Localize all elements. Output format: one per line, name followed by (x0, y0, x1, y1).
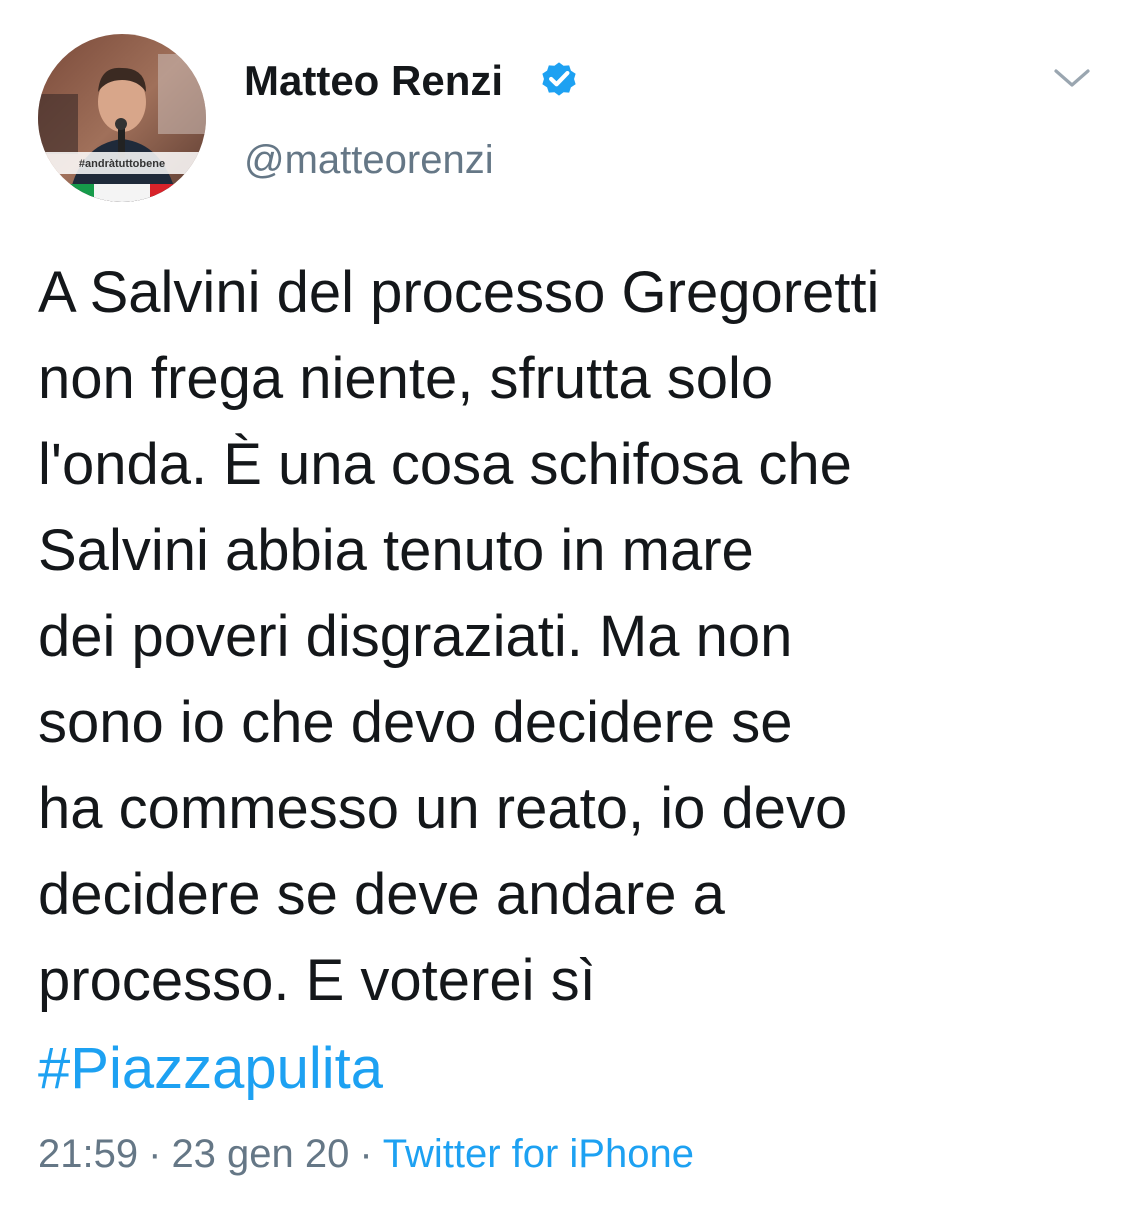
display-name[interactable]: Matteo Renzi (244, 56, 503, 106)
chevron-down-icon[interactable] (1050, 62, 1094, 94)
verified-badge-icon (542, 62, 576, 96)
avatar[interactable]: #andràtuttobene (38, 34, 206, 202)
hashtag-link[interactable]: #Piazzapulita (38, 1030, 383, 1108)
meta-separator: · (359, 1132, 373, 1176)
avatar-photo: #andràtuttobene (38, 34, 206, 202)
tweet-text: A Salvini del processo Gregoretti non fr… (38, 260, 880, 1013)
tweet-date[interactable]: 23 gen 20 (171, 1132, 349, 1176)
meta-separator: · (148, 1132, 162, 1176)
tweet-source-link[interactable]: Twitter for iPhone (383, 1132, 694, 1176)
tweet-time[interactable]: 21:59 (38, 1132, 138, 1176)
avatar-caption: #andràtuttobene (79, 158, 165, 170)
user-handle[interactable]: @matteorenzi (244, 136, 494, 184)
tweet-meta: 21:59 · 23 gen 20 · Twitter for iPhone (38, 1128, 694, 1180)
